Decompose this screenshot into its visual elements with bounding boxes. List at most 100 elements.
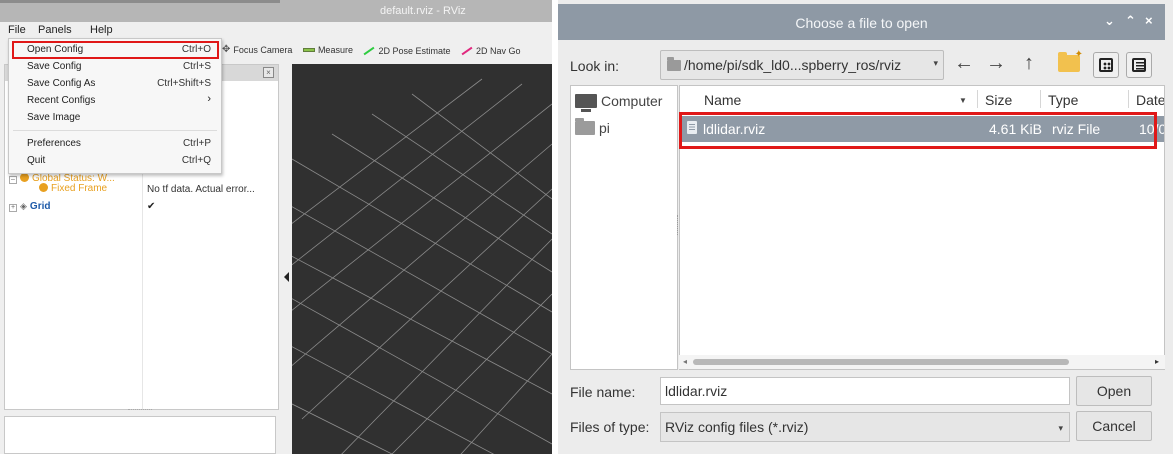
menu-item-save-config[interactable]: Save Config Ctrl+S	[9, 58, 221, 75]
menu-item-shortcut: Ctrl+P	[182, 138, 211, 149]
splitter-grip[interactable]	[128, 409, 152, 412]
warning-status-icon	[20, 173, 29, 182]
place-label: Computer	[601, 93, 663, 109]
place-computer[interactable]: Computer	[575, 93, 663, 112]
file-name-input[interactable]: ldlidar.rviz	[660, 377, 1070, 405]
menu-item-label: Save Config As	[27, 78, 96, 89]
rviz-window-title: default.rviz - RViz	[380, 5, 466, 17]
open-button[interactable]: Open	[1076, 376, 1152, 406]
grid-svg	[292, 78, 552, 454]
list-view-icon	[1132, 58, 1146, 72]
dropdown-caret-icon: ▾	[1058, 423, 1063, 433]
crosshair-icon: ✥	[222, 44, 231, 55]
measure-tool[interactable]: Measure	[302, 45, 353, 55]
column-size[interactable]: Size	[985, 92, 1012, 108]
place-pi[interactable]: pi	[575, 118, 610, 136]
scroll-left-icon[interactable]: ◂	[683, 357, 687, 366]
error-status-icon	[39, 183, 48, 192]
file-name-label: File name:	[570, 384, 636, 400]
menu-item-shortcut: Ctrl+Q	[181, 155, 211, 166]
column-separator	[1128, 90, 1129, 108]
fixed-frame-label: Fixed Frame	[51, 183, 108, 194]
file-type-value: RViz config files (*.rviz)	[665, 419, 809, 435]
focus-camera-label: Focus Camera	[233, 44, 293, 55]
nav-goal-label: 2D Nav Go	[476, 46, 521, 56]
column-name[interactable]: Name	[704, 92, 741, 108]
menu-item-label: Preferences	[27, 138, 81, 149]
scroll-right-icon[interactable]: ▸	[1155, 357, 1159, 366]
pose-estimate-label: 2D Pose Estimate	[378, 46, 451, 56]
menu-item-save-config-as[interactable]: Save Config As Ctrl+Shift+S	[9, 75, 221, 92]
menu-item-shortcut: Ctrl+S	[182, 61, 211, 72]
open-file-dialog: Choose a file to open ⌄ ⌃ × Look in: /ho…	[558, 0, 1173, 454]
file-type-combobox[interactable]: RViz config files (*.rviz) ▾	[660, 412, 1070, 442]
pose-estimate-tool[interactable]: 2D Pose Estimate	[363, 46, 451, 56]
forward-arrow-icon[interactable]: →	[986, 52, 1006, 75]
menu-item-recent-configs[interactable]: Recent Configs ›	[9, 92, 221, 109]
ground-grid	[292, 78, 552, 454]
rviz-titlebar: default.rviz - RViz	[0, 0, 552, 22]
close-icon[interactable]: ×	[1145, 13, 1153, 28]
selected-file-highlight	[679, 112, 1157, 149]
detail-view-button[interactable]	[1126, 52, 1152, 78]
menu-item-label: Save Config	[27, 61, 82, 72]
3d-viewport[interactable]	[292, 64, 552, 454]
panel-close-icon[interactable]: ×	[263, 67, 274, 78]
scrollbar-thumb[interactable]	[693, 359, 1069, 365]
cancel-button[interactable]: Cancel	[1076, 411, 1152, 441]
list-lines	[1136, 62, 1144, 70]
nav-goal-tool[interactable]: 2D Nav Go	[461, 46, 521, 56]
submenu-arrow-icon: ›	[207, 93, 211, 105]
open-config-highlight	[12, 41, 219, 59]
minimize-icon[interactable]: ⌄	[1104, 13, 1115, 29]
menu-item-save-image[interactable]: Save Image	[9, 109, 221, 126]
rviz-window: default.rviz - RViz File Panels Help ✥ Fo…	[0, 0, 552, 454]
place-label: pi	[599, 120, 610, 136]
dialog-title: Choose a file to open	[795, 15, 928, 31]
menu-item-label: Recent Configs	[27, 95, 96, 106]
column-separator	[1040, 90, 1041, 108]
eye-icon: ◈	[20, 201, 27, 211]
measure-label: Measure	[317, 45, 353, 55]
bottom-panel	[4, 416, 276, 454]
menu-help[interactable]: Help	[90, 24, 113, 36]
maximize-icon[interactable]: ⌃	[1125, 13, 1136, 29]
menu-item-quit[interactable]: Quit Ctrl+Q	[9, 152, 221, 169]
focus-camera-tool[interactable]: ✥ Focus Camera	[222, 44, 292, 55]
folder-icon	[575, 118, 595, 135]
path-combobox[interactable]: /home/pi/sdk_ld0...spberry_ros/rviz ▾	[660, 50, 944, 80]
grid-row[interactable]: + ◈ Grid	[9, 201, 50, 212]
up-arrow-icon[interactable]: ↑	[1024, 52, 1034, 75]
file-menu: Open Config Ctrl+O Save Config Ctrl+S Sa…	[8, 38, 222, 174]
column-type[interactable]: Type	[1048, 92, 1078, 108]
column-date[interactable]: Date	[1136, 92, 1164, 108]
menu-item-shortcut: Ctrl+Shift+S	[157, 78, 211, 89]
collapse-panel-icon[interactable]	[284, 272, 289, 282]
grid-label: Grid	[29, 201, 51, 212]
fixed-frame-value: No tf data. Actual error...	[147, 184, 255, 195]
grid-enabled-checkbox[interactable]: ✔	[147, 201, 157, 212]
menu-separator	[13, 130, 217, 131]
expand-icon[interactable]: +	[9, 204, 17, 212]
grid-dots	[1103, 62, 1111, 70]
fixed-frame-row[interactable]: Fixed Frame	[39, 183, 107, 194]
files-of-type-label: Files of type:	[570, 419, 650, 435]
menu-item-label: Quit	[27, 155, 46, 166]
menu-item-preferences[interactable]: Preferences Ctrl+P	[9, 135, 221, 152]
pink-arrow-icon	[461, 46, 473, 56]
places-sidebar: Computer pi	[570, 85, 678, 370]
green-arrow-icon	[363, 46, 375, 56]
menu-panels[interactable]: Panels	[38, 24, 72, 36]
back-arrow-icon[interactable]: ←	[954, 52, 974, 75]
icon-view-button[interactable]	[1093, 52, 1119, 78]
look-in-label: Look in:	[570, 58, 620, 74]
horizontal-scrollbar[interactable]: ◂ ▸	[679, 355, 1165, 369]
path-text: /home/pi/sdk_ld0...spberry_ros/rviz	[684, 57, 902, 73]
menu-item-label: Save Image	[27, 112, 81, 123]
ruler-icon	[302, 48, 315, 52]
plus-icon: ✦	[1074, 49, 1083, 60]
computer-icon	[575, 94, 597, 112]
expand-icon[interactable]: –	[9, 176, 17, 184]
menu-file[interactable]: File	[8, 24, 26, 36]
new-folder-icon[interactable]: ✦	[1058, 49, 1083, 72]
